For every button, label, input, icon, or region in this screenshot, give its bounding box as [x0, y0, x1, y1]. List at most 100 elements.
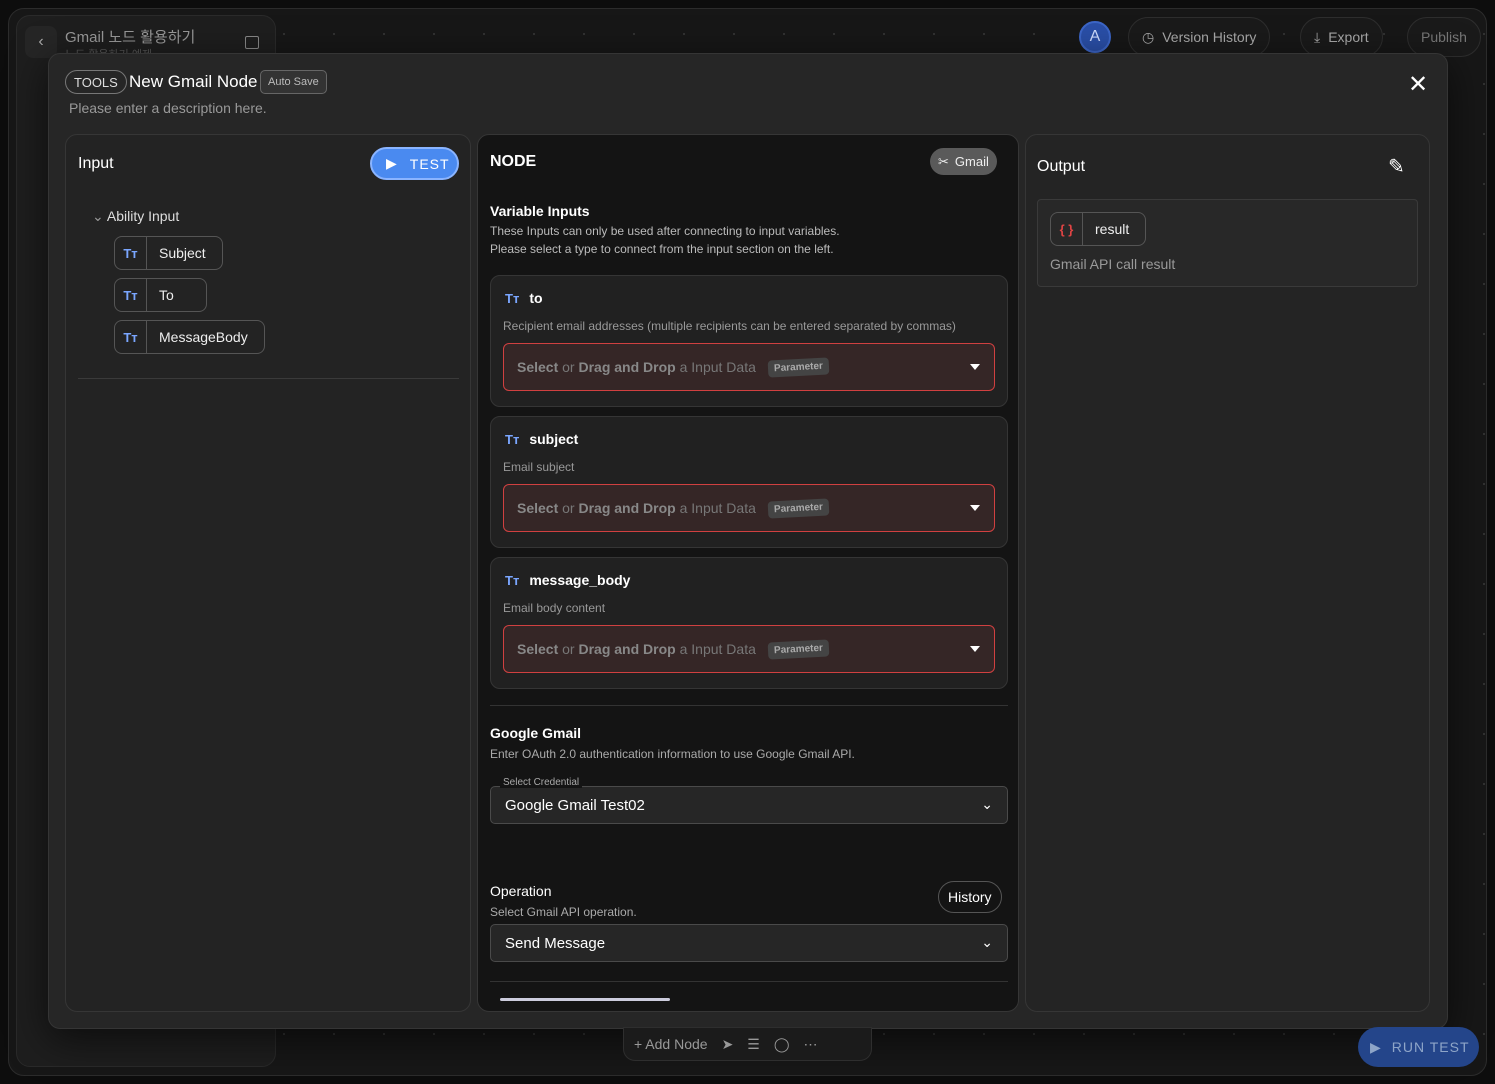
variable-field-to: Tт to Recipient email addresses (multiple…	[490, 275, 1008, 407]
variable-inputs-desc2: Please select a type to connect from the…	[490, 242, 834, 256]
caret-down-icon	[970, 646, 980, 652]
operation-select[interactable]: Send Message ⌄	[490, 924, 1008, 962]
caret-down-icon	[970, 364, 980, 370]
input-data-select[interactable]: Select or Drag and Drop a Input Data Para…	[503, 625, 995, 673]
operation-title: Operation	[490, 883, 552, 899]
sidebar-toggle-icon[interactable]	[245, 36, 259, 49]
pointer-icon[interactable]: ➤	[722, 1036, 734, 1053]
note-icon[interactable]: ☰	[747, 1036, 760, 1053]
output-title: Output	[1037, 158, 1086, 175]
play-icon: ▶	[1370, 1038, 1382, 1055]
chevron-down-icon: ⌄	[981, 934, 993, 950]
test-label: TEST	[409, 155, 450, 172]
field-desc: Email body content	[503, 601, 606, 615]
tools-icon: ✂	[938, 153, 949, 169]
gmail-badge: ✂ Gmail	[930, 148, 997, 175]
divider	[78, 378, 459, 379]
variable-field-message_body: Tт message_body Email body content Select…	[490, 557, 1008, 689]
input-chip-subject[interactable]: Tт Subject	[114, 236, 223, 270]
operation-desc: Select Gmail API operation.	[490, 905, 637, 919]
select-word: Select	[517, 641, 559, 657]
field-name-label: to	[529, 290, 543, 306]
text-type-icon: Tт	[115, 279, 147, 311]
text-type-icon: Tт	[505, 290, 520, 306]
badge-label: Gmail	[954, 154, 989, 169]
avatar[interactable]: A	[1079, 21, 1111, 53]
field-name-label: subject	[529, 431, 579, 447]
test-button[interactable]: ▶ TEST	[370, 147, 459, 180]
partial-element	[500, 998, 670, 1001]
or-word: or	[558, 359, 579, 375]
download-icon: ⤓	[1314, 28, 1321, 45]
node-title: NODE	[490, 153, 537, 170]
export-label: Export	[1328, 29, 1369, 45]
node-panel: NODE ✂ Gmail Variable Inputs These Inputs…	[477, 134, 1019, 1012]
select-word: Select	[517, 500, 559, 516]
dnd-word: Drag and Drop	[578, 641, 676, 657]
parameter-tag: Parameter	[767, 356, 830, 378]
parameter-tag: Parameter	[767, 497, 830, 519]
chip-label: result	[1095, 221, 1130, 237]
field-name: Tт message_body	[505, 572, 630, 588]
input-chip-messagebody[interactable]: Tт MessageBody	[114, 320, 265, 354]
text-type-icon: Tт	[505, 431, 520, 447]
field-desc: Recipient email addresses (multiple reci…	[503, 319, 956, 333]
field-name-label: message_body	[529, 572, 631, 588]
clock-icon: ◷	[1142, 28, 1155, 45]
version-history-button[interactable]: ◷ Version History	[1128, 17, 1271, 57]
chevron-down-icon: ⌄	[92, 208, 104, 224]
credential-value: Google Gmail Test02	[505, 796, 645, 814]
text-type-icon: Tт	[115, 321, 147, 353]
variable-inputs-title: Variable Inputs	[490, 203, 590, 219]
run-test-label: RUN TEST	[1391, 1039, 1470, 1055]
parameter-tag: Parameter	[767, 638, 830, 660]
divider	[490, 981, 1008, 982]
variable-inputs-desc1: These Inputs can only be used after conn…	[490, 224, 840, 238]
autosave-badge: Auto Save	[260, 70, 327, 94]
input-data-select[interactable]: Select or Drag and Drop a Input Data Para…	[503, 343, 995, 391]
google-gmail-desc: Enter OAuth 2.0 authentication informati…	[490, 747, 855, 761]
caret-down-icon	[970, 505, 980, 511]
pencil-icon[interactable]: ✎	[1388, 154, 1405, 179]
or-word: or	[558, 500, 579, 516]
comment-icon[interactable]: ◯	[774, 1036, 790, 1053]
tools-tag: TOOLS	[65, 70, 127, 94]
chip-label: Subject	[159, 245, 206, 261]
field-name: Tт to	[505, 290, 543, 306]
chip-label: MessageBody	[159, 329, 248, 345]
publish-button[interactable]: Publish	[1407, 17, 1481, 57]
export-button[interactable]: ⤓ Export	[1300, 17, 1383, 57]
add-node-button[interactable]: + Add Node	[634, 1036, 708, 1052]
divider	[490, 705, 1008, 706]
rest-text: a Input Data	[675, 641, 756, 657]
close-icon[interactable]: ✕	[1408, 70, 1428, 99]
play-icon: ▶	[386, 155, 398, 171]
dnd-word: Drag and Drop	[578, 359, 676, 375]
input-chip-to[interactable]: Tт To	[114, 278, 207, 312]
input-data-select[interactable]: Select or Drag and Drop a Input Data Para…	[503, 484, 995, 532]
history-button[interactable]: History	[938, 881, 1002, 913]
field-desc: Email subject	[503, 460, 575, 474]
google-gmail-title: Google Gmail	[490, 725, 582, 741]
run-test-button[interactable]: ▶ RUN TEST	[1358, 1027, 1479, 1067]
chevron-left-icon: ‹	[38, 33, 44, 50]
project-title: Gmail 노드 활용하기	[65, 29, 196, 46]
version-history-label: Version History	[1162, 29, 1257, 45]
back-button[interactable]: ‹	[25, 26, 57, 58]
field-name: Tт subject	[505, 431, 578, 447]
output-desc: Gmail API call result	[1050, 256, 1176, 272]
credential-label: Select Credential	[500, 777, 583, 788]
node-title[interactable]: New Gmail Node	[129, 72, 258, 92]
chip-label: To	[159, 287, 174, 303]
output-chip-result[interactable]: { } result	[1050, 212, 1147, 246]
text-type-icon: Tт	[115, 237, 147, 269]
ability-input-group[interactable]: ⌄ Ability Input	[92, 208, 179, 225]
node-description[interactable]: Please enter a description here.	[69, 100, 267, 116]
select-word: Select	[517, 359, 559, 375]
rest-text: a Input Data	[675, 500, 756, 516]
group-label: Ability Input	[106, 208, 180, 224]
text-type-icon: Tт	[505, 572, 520, 588]
credential-select[interactable]: Google Gmail Test02 ⌄	[490, 786, 1008, 824]
more-icon[interactable]: ⋯	[804, 1036, 818, 1053]
rest-text: a Input Data	[675, 359, 756, 375]
